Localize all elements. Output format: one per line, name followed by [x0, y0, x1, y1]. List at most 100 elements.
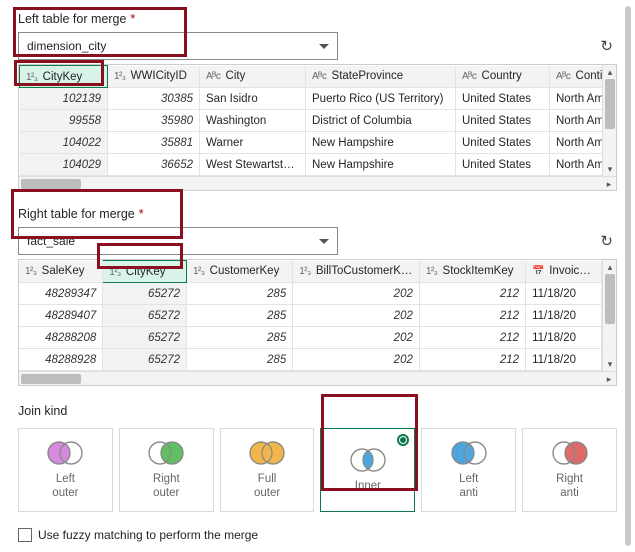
- table-cell: 48289407: [19, 305, 103, 327]
- table-row[interactable]: 482893476527228520221211/18/20: [19, 283, 616, 305]
- left-table-dropdown[interactable]: dimension_city: [18, 32, 338, 60]
- venn-icon: [245, 439, 289, 467]
- chevron-down-icon: [319, 239, 329, 244]
- fuzzy-matching-label: Use fuzzy matching to perform the merge: [38, 528, 258, 542]
- datatype-icon: 1²₃: [193, 266, 204, 277]
- join-right-anti[interactable]: Rightanti: [522, 428, 617, 512]
- table-cell: United States: [456, 154, 550, 176]
- column-header-salekey[interactable]: 1²₃ SaleKey: [19, 261, 103, 283]
- scroll-up-icon[interactable]: ▴: [603, 65, 617, 79]
- join-right-outer[interactable]: Rightouter: [119, 428, 214, 512]
- datatype-icon: Aᴮc: [206, 71, 220, 82]
- scroll-down-icon[interactable]: ▾: [603, 357, 617, 371]
- table-row[interactable]: 10213930385San IsidroPuerto Rico (US Ter…: [20, 88, 618, 110]
- table-cell: 36652: [108, 154, 200, 176]
- join-option-label: Leftouter: [52, 473, 78, 501]
- join-left-anti[interactable]: Leftanti: [421, 428, 516, 512]
- table-row[interactable]: 482889286527228520221211/18/20: [19, 349, 616, 371]
- table-cell: West Stewartstown: [200, 154, 306, 176]
- column-header-city[interactable]: Aᴮc City: [200, 66, 306, 88]
- refresh-icon[interactable]: ↻: [596, 228, 617, 254]
- join-option-label: Inner: [355, 480, 381, 494]
- table-cell: 48288208: [19, 327, 103, 349]
- right-table-label: Right table for merge*: [18, 207, 617, 221]
- scrollbar-vertical[interactable]: ▴ ▾: [602, 65, 616, 176]
- required-asterisk: *: [130, 12, 135, 26]
- datatype-icon: Aᴮc: [462, 71, 476, 82]
- left-table-label: Left table for merge*: [18, 12, 617, 26]
- scrollbar-thumb[interactable]: [21, 179, 81, 189]
- table-row[interactable]: 10402235881WarnerNew HampshireUnited Sta…: [20, 132, 618, 154]
- left-table-dropdown-value: dimension_city: [27, 39, 106, 53]
- column-header-stateprovince[interactable]: Aᴮc StateProvince: [306, 66, 456, 88]
- scroll-right-icon[interactable]: ▸: [602, 177, 616, 191]
- venn-icon: [447, 439, 491, 467]
- fuzzy-matching-checkbox[interactable]: [18, 528, 32, 542]
- table-cell: San Isidro: [200, 88, 306, 110]
- left-table-preview: 1²₃ CityKey1²₃ WWICityIDAᴮc CityAᴮc Stat…: [18, 64, 617, 191]
- scroll-right-icon[interactable]: ▸: [602, 372, 616, 386]
- scrollbar-thumb[interactable]: [21, 374, 81, 384]
- table-cell: 11/18/20: [526, 327, 602, 349]
- table-cell: 285: [187, 327, 293, 349]
- venn-icon: [43, 439, 87, 467]
- table-cell: United States: [456, 110, 550, 132]
- column-header-citykey[interactable]: 1²₃ CityKey: [103, 261, 187, 283]
- column-header-stockitemkey[interactable]: 1²₃ StockItemKey: [419, 261, 525, 283]
- right-table-dropdown[interactable]: fact_sale: [18, 227, 338, 255]
- column-header-wwicityid[interactable]: 1²₃ WWICityID: [108, 66, 200, 88]
- join-left-outer[interactable]: Leftouter: [18, 428, 113, 512]
- table-cell: Warner: [200, 132, 306, 154]
- table-cell: 35881: [108, 132, 200, 154]
- right-table-dropdown-value: fact_sale: [27, 234, 75, 248]
- table-row[interactable]: 482882086527228520221211/18/20: [19, 327, 616, 349]
- table-cell: Washington: [200, 110, 306, 132]
- scrollbar-thumb[interactable]: [605, 274, 615, 324]
- table-cell: 212: [419, 349, 525, 371]
- join-inner[interactable]: Inner: [320, 428, 415, 512]
- column-header-country[interactable]: Aᴮc Country: [456, 66, 550, 88]
- table-cell: 202: [293, 305, 420, 327]
- required-asterisk: *: [139, 207, 144, 221]
- table-cell: District of Columbia: [306, 110, 456, 132]
- table-row[interactable]: 10402936652West StewartstownNew Hampshir…: [20, 154, 618, 176]
- venn-icon: [346, 446, 390, 474]
- scrollbar-horizontal[interactable]: ◂ ▸: [19, 176, 616, 190]
- table-cell: 202: [293, 327, 420, 349]
- scroll-down-icon[interactable]: ▾: [603, 162, 617, 176]
- join-option-label: Fullouter: [254, 473, 280, 501]
- datatype-icon: 📅: [532, 266, 544, 277]
- radio-selected-icon: [397, 434, 409, 446]
- scrollbar-vertical[interactable]: ▴ ▾: [602, 260, 616, 371]
- scroll-up-icon[interactable]: ▴: [603, 260, 617, 274]
- table-cell: 65272: [103, 283, 187, 305]
- table-cell: United States: [456, 132, 550, 154]
- table-cell: 212: [419, 283, 525, 305]
- table-row[interactable]: 9955835980WashingtonDistrict of Columbia…: [20, 110, 618, 132]
- table-cell: 11/18/20: [526, 349, 602, 371]
- datatype-icon: 1²₃: [26, 72, 37, 83]
- column-header-citykey[interactable]: 1²₃ CityKey: [20, 66, 108, 88]
- table-cell: 104022: [20, 132, 108, 154]
- table-cell: 48289347: [19, 283, 103, 305]
- column-header-customerkey[interactable]: 1²₃ CustomerKey: [187, 261, 293, 283]
- table-cell: 35980: [108, 110, 200, 132]
- column-header-invoiceda[interactable]: 📅 InvoiceDa: [526, 261, 602, 283]
- refresh-icon[interactable]: ↻: [596, 33, 617, 59]
- table-row[interactable]: 482894076527228520221211/18/20: [19, 305, 616, 327]
- datatype-icon: 1²₃: [299, 266, 310, 277]
- join-option-label: Rightanti: [556, 473, 583, 501]
- venn-icon: [548, 439, 592, 467]
- scrollbar-thumb[interactable]: [605, 79, 615, 129]
- dialog-scrollbar[interactable]: [625, 6, 631, 546]
- table-cell: New Hampshire: [306, 154, 456, 176]
- join-full-outer[interactable]: Fullouter: [220, 428, 315, 512]
- table-cell: 11/18/20: [526, 283, 602, 305]
- table-cell: 65272: [103, 349, 187, 371]
- join-option-label: Rightouter: [153, 473, 180, 501]
- scrollbar-horizontal[interactable]: ◂ ▸: [19, 371, 616, 385]
- table-cell: 285: [187, 283, 293, 305]
- table-cell: 202: [293, 349, 420, 371]
- column-header-billtocustomerkey[interactable]: 1²₃ BillToCustomerKey: [293, 261, 420, 283]
- table-cell: 65272: [103, 305, 187, 327]
